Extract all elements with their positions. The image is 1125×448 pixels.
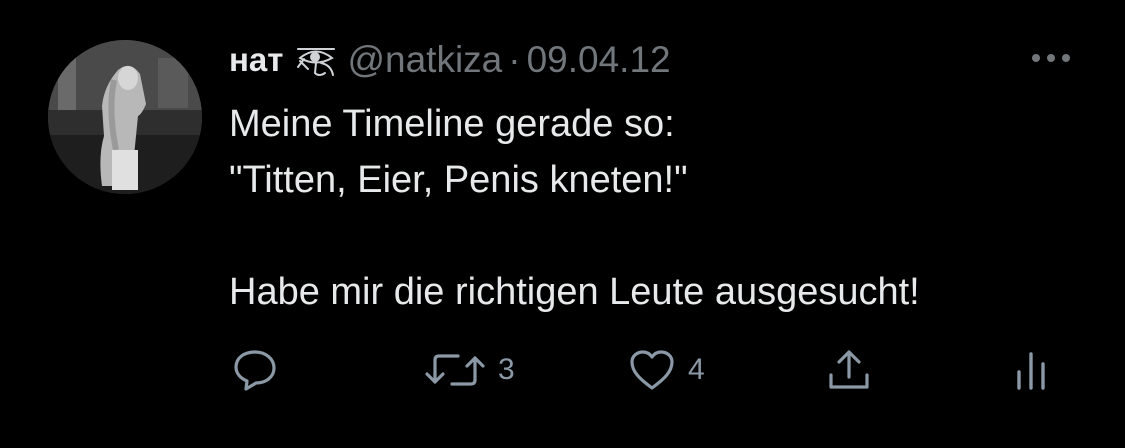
- retweet-button[interactable]: 3: [424, 340, 515, 400]
- display-name[interactable]: нат: [229, 41, 283, 79]
- retweet-count: 3: [498, 353, 515, 386]
- share-button[interactable]: [826, 340, 872, 400]
- bar-chart-icon: [1017, 352, 1045, 390]
- speech-bubble-icon: [234, 350, 276, 391]
- analytics-button[interactable]: [1014, 340, 1048, 400]
- share-upload-icon: [829, 350, 869, 389]
- action-bar: 3 4: [0, 340, 1125, 400]
- tweet[interactable]: нат @natkiza · 09.04.12 Meine Timeline g…: [0, 0, 1125, 448]
- more-dots-icon[interactable]: [1028, 50, 1074, 66]
- tweet-date[interactable]: 09.04.12: [527, 39, 671, 81]
- tweet-text-line: "Titten, Eier, Penis kneten!": [229, 159, 688, 201]
- eye-of-horus-icon: [295, 39, 337, 81]
- heart-icon: [630, 350, 674, 390]
- like-count: 4: [688, 353, 705, 386]
- tweet-text-line: [229, 208, 1089, 264]
- retweet-icon: [425, 354, 485, 386]
- like-button[interactable]: 4: [628, 340, 705, 400]
- tweet-header: нат @natkiza · 09.04.12: [229, 36, 671, 84]
- reply-button[interactable]: [232, 340, 278, 400]
- avatar[interactable]: [48, 40, 202, 194]
- tweet-text-line: Meine Timeline gerade so:: [229, 103, 675, 145]
- tweet-text: Meine Timeline gerade so: "Titten, Eier,…: [229, 96, 1089, 320]
- user-handle[interactable]: @natkiza: [347, 39, 502, 81]
- tweet-text-line: Habe mir die richtigen Leute ausgesucht!: [229, 271, 920, 313]
- separator-dot: ·: [508, 39, 521, 80]
